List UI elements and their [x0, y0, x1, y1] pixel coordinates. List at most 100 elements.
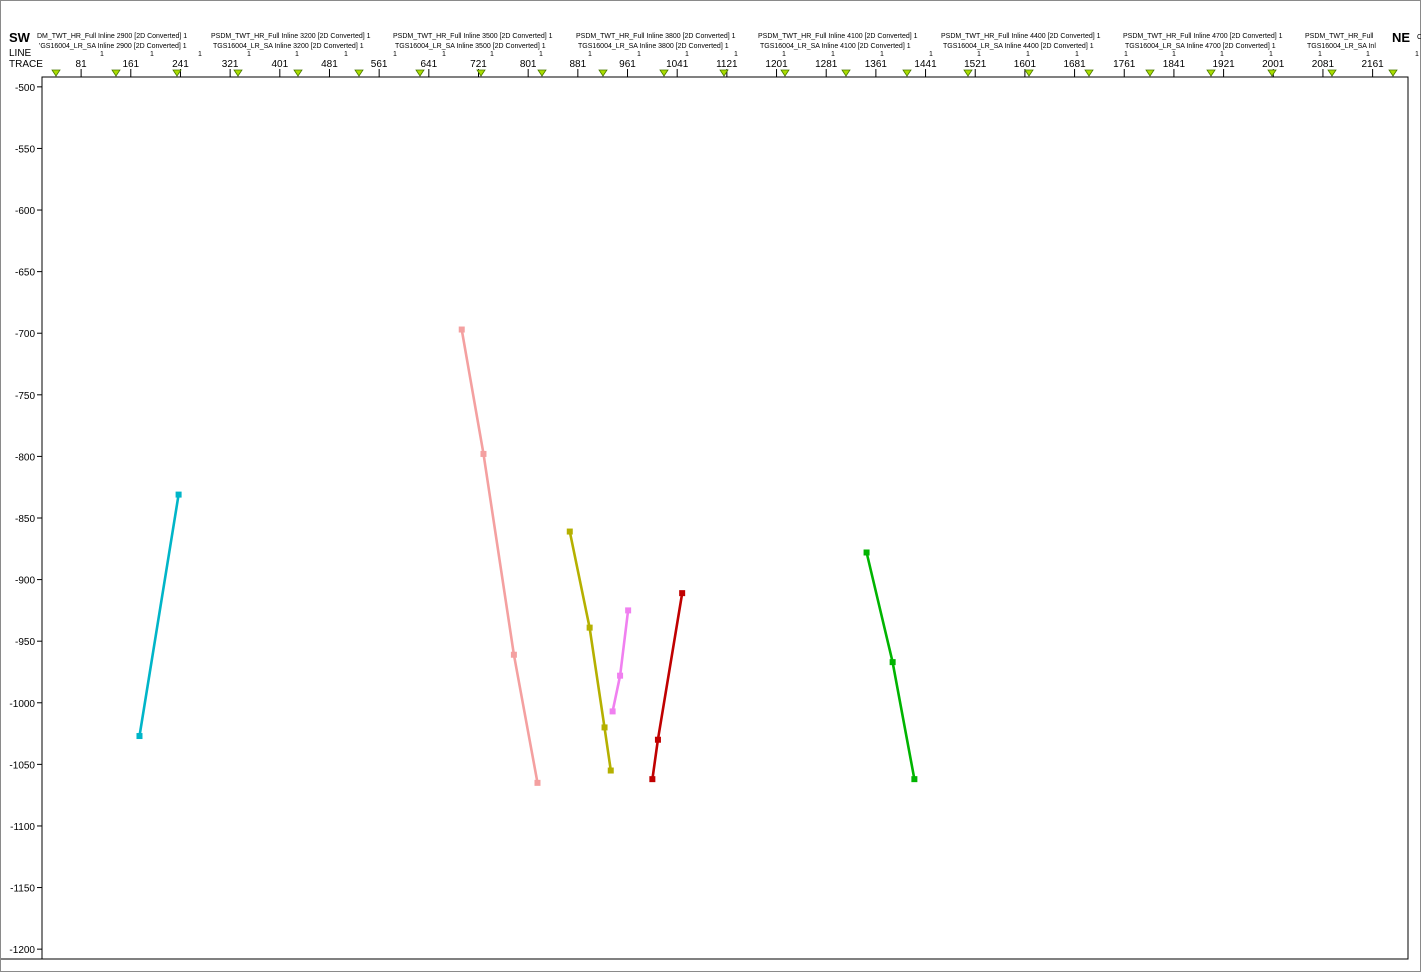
line-number-value: 1: [295, 51, 299, 58]
section-view: SW NE C LINE TRACE DM_TWT_HR_Full Inline…: [1, 30, 1421, 960]
trace-tick-label: 961: [619, 59, 636, 70]
line-number-value: 1: [880, 51, 884, 58]
line-number-value: 1: [539, 51, 543, 58]
depth-tick-label: -1150: [10, 884, 35, 895]
trace-marker-triangle: [293, 69, 303, 77]
trace-tick-label: 481: [321, 59, 338, 70]
trace-marker-triangle: [659, 69, 669, 77]
depth-tick-label: -1000: [9, 699, 35, 710]
depth-tick-label: -500: [15, 83, 35, 94]
depth-tick-label: -550: [15, 144, 35, 155]
line-number-value: 1: [637, 51, 641, 58]
depth-tick-label: -1050: [9, 760, 35, 771]
section-title: PSDM_TWT_HR_Full Inline 4100 [2D Convert…: [758, 33, 918, 40]
trace-tick-label: 1601: [1014, 59, 1037, 70]
plot-frame: [41, 76, 1409, 960]
section-title: PSDM_TWT_HR_Full Inline 4700 [2D Convert…: [1123, 33, 1283, 40]
trace-tick-label: 641: [420, 59, 437, 70]
well-top-point: [586, 624, 593, 631]
trace-tick-label: 1201: [765, 59, 788, 70]
depth-tick-label: -650: [15, 268, 35, 279]
trace-marker-triangle: [1267, 69, 1277, 77]
line-number-value: 1: [929, 51, 933, 58]
line-number-value: 1: [831, 51, 835, 58]
line-number-value: 1: [1026, 51, 1030, 58]
well-top-point: [534, 779, 541, 786]
well-top-point: [911, 776, 918, 783]
line-number-value: 1: [393, 51, 397, 58]
trace-tick-label: 1281: [815, 59, 838, 70]
depth-tick-label: -700: [15, 329, 35, 340]
depth-axis: -500 -550 -600 -650 -700 -750 -800 -850 -900 -950…: [9, 83, 42, 956]
depth-tick-label: -1200: [9, 945, 35, 956]
trace-marker-triangle: [1327, 69, 1337, 77]
well-top-point: [175, 491, 182, 498]
line-number-value: 1: [150, 51, 154, 58]
section-subtitle: TGS16004_LR_SA Inline 4700 [2D Converted…: [1125, 43, 1276, 50]
depth-tick-label: -750: [15, 391, 35, 402]
section-subtitle: TGS16004_LR_SA Inline 3800 [2D Converted…: [578, 43, 729, 50]
line-number-value: 1: [100, 51, 104, 58]
section-subtitle: TGS16004_LR_SA Inline 3500 [2D Converted…: [395, 43, 546, 50]
trace-row-label: TRACE: [9, 59, 43, 70]
depth-tick-label: -900: [15, 576, 35, 587]
trace-tick-label: 401: [271, 59, 288, 70]
trace-tick-label: 1361: [865, 59, 888, 70]
sw-direction-label: SW: [9, 30, 31, 45]
well-top-point: [617, 672, 624, 679]
trace-marker-triangle: [598, 69, 608, 77]
trace-tick-label: 1041: [666, 59, 689, 70]
depth-tick-label: -800: [15, 452, 35, 463]
trace-tick-label: 721: [470, 59, 487, 70]
trace-tick-label: 801: [520, 59, 537, 70]
well-top-point: [480, 450, 487, 457]
line-number-value: 1: [1269, 51, 1273, 58]
line-number-value: 1: [782, 51, 786, 58]
line-number-value: 1: [1366, 51, 1370, 58]
well-top-series-line: [568, 531, 613, 771]
trace-markers: [51, 69, 1398, 77]
line-number-value: 1: [247, 51, 251, 58]
line-number-value: 1: [1124, 51, 1128, 58]
trace-tick-label: 1441: [914, 59, 937, 70]
well-top-series-line: [651, 592, 684, 780]
depth-tick-label: -950: [15, 637, 35, 648]
depth-tick-label: -600: [15, 206, 35, 217]
line-number-value: 1: [198, 51, 202, 58]
trace-marker-triangle: [1388, 69, 1398, 77]
trace-tick-label: 2001: [1262, 59, 1285, 70]
trace-marker-triangle: [172, 69, 182, 77]
line-number-row: 1 1 1 1 1 1 1 1 1 1 1 1 1 1 1 1 1 1 1 1 1 1 1 1 1 1 1 1: [100, 51, 1419, 58]
trace-marker-triangle: [1084, 69, 1094, 77]
overflow-section-glyph: C: [1417, 34, 1421, 41]
trace-marker-triangle: [1024, 69, 1034, 77]
trace-tick-label: 1841: [1163, 59, 1186, 70]
line-number-value: 1: [685, 51, 689, 58]
line-number-value: 1: [490, 51, 494, 58]
trace-tick-label: 321: [222, 59, 239, 70]
trace-tick-label: 1921: [1212, 59, 1235, 70]
line-number-value: 1: [1220, 51, 1224, 58]
trace-marker-triangle: [963, 69, 973, 77]
trace-marker-triangle: [51, 69, 61, 77]
well-top-point: [625, 607, 632, 614]
well-top-point: [458, 326, 465, 333]
section-title: PSDM_TWT_HR_Full Inline 3800 [2D Convert…: [576, 33, 736, 40]
section-title: PSDM_TWT_HR_Full Inline 3500 [2D Convert…: [393, 33, 553, 40]
trace-tick-label: 561: [371, 59, 388, 70]
trace-tick-label: 881: [570, 59, 587, 70]
well-top-series-line: [865, 552, 916, 780]
section-title: PSDM_TWT_HR_Full Inline 3200 [2D Convert…: [211, 33, 371, 40]
line-number-value: 1: [1318, 51, 1322, 58]
section-subtitle: TGS16004_LR_SA Inl: [1307, 43, 1376, 50]
well-top-series-line: [611, 610, 630, 712]
trace-marker-triangle: [902, 69, 912, 77]
trace-tick-label: 1761: [1113, 59, 1136, 70]
line-number-value: 1: [734, 51, 738, 58]
well-top-point: [654, 736, 661, 743]
trace-tick-label: 1521: [964, 59, 987, 70]
section-title: DM_TWT_HR_Full Inline 2900 [2D Converted…: [37, 33, 187, 40]
well-top-point: [649, 776, 656, 783]
trace-marker-triangle: [354, 69, 364, 77]
well-top-point: [607, 767, 614, 774]
